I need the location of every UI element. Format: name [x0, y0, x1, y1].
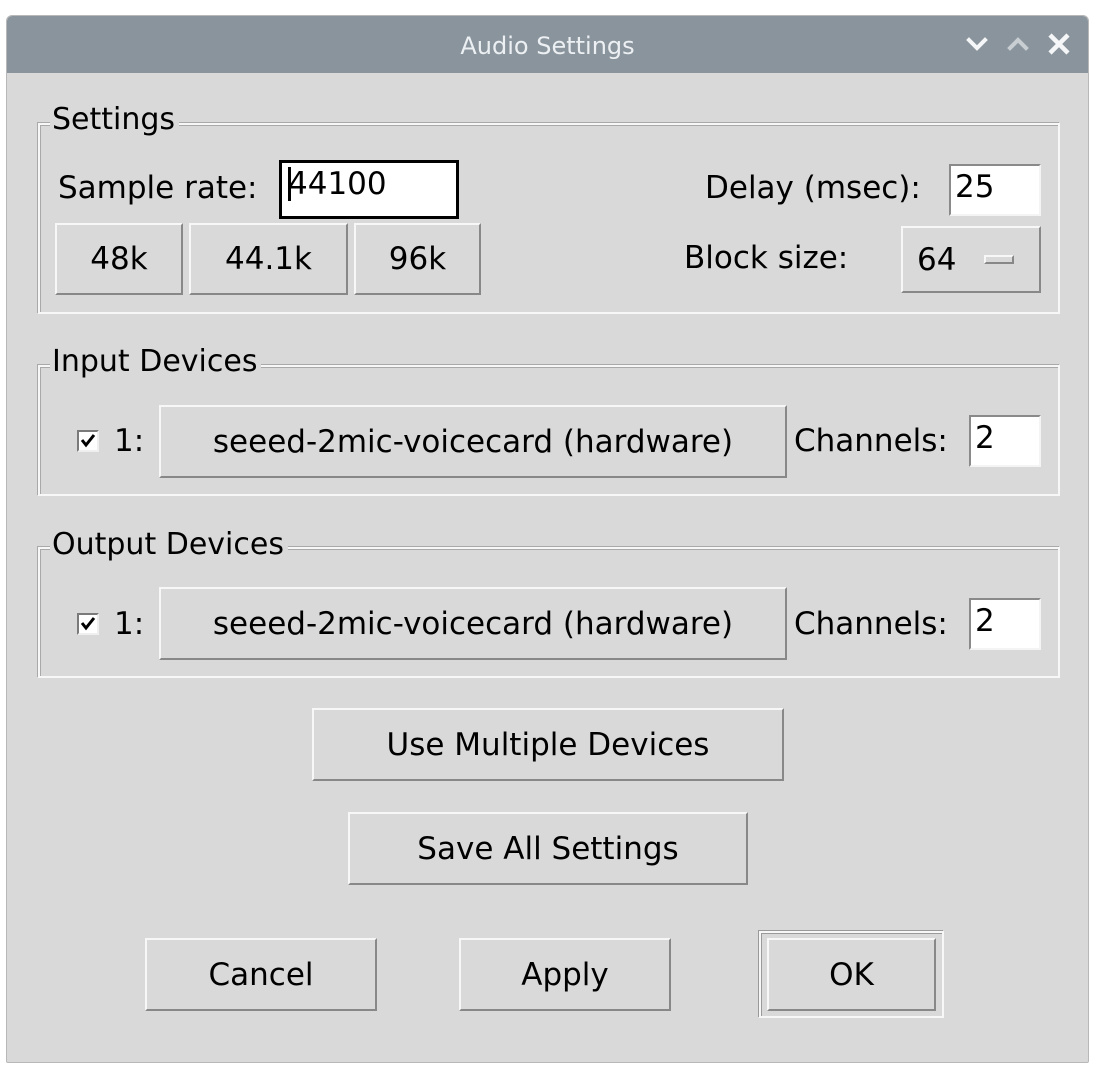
output-device-index: 1: [114, 606, 145, 642]
chevron-down-icon [966, 37, 988, 51]
title-bar[interactable]: Audio Settings [7, 16, 1088, 73]
output-device-checkbox[interactable] [77, 613, 99, 635]
input-channels-input[interactable]: 2 [969, 415, 1041, 467]
maximize-button[interactable] [1005, 31, 1031, 57]
sample-rate-value: 44100 [288, 166, 387, 202]
block-size-label: Block size: [684, 240, 849, 276]
delay-input[interactable]: 25 [949, 164, 1041, 216]
sample-rate-input[interactable]: 44100 [279, 160, 459, 219]
settings-legend: Settings [50, 102, 180, 138]
close-button[interactable] [1046, 31, 1072, 57]
save-all-settings-button[interactable]: Save All Settings [348, 812, 748, 885]
window-title: Audio Settings [460, 32, 635, 60]
input-device-button[interactable]: seeed-2mic-voicecard (hardware) [159, 405, 787, 478]
minimize-button[interactable] [964, 31, 990, 57]
cancel-button[interactable]: Cancel [145, 938, 377, 1011]
chevron-up-icon [1007, 37, 1029, 51]
input-device-checkbox[interactable] [77, 430, 99, 452]
input-device-index: 1: [114, 423, 145, 459]
output-device-button[interactable]: seeed-2mic-voicecard (hardware) [159, 587, 787, 660]
use-multiple-devices-button[interactable]: Use Multiple Devices [312, 708, 784, 781]
apply-button[interactable]: Apply [459, 938, 671, 1011]
rate-96k-button[interactable]: 96k [354, 223, 481, 295]
checkmark-icon [80, 617, 96, 631]
checkmark-icon [80, 434, 96, 448]
close-icon [1048, 33, 1070, 55]
delay-label: Delay (msec): [705, 170, 921, 206]
block-size-menu[interactable]: 64 [901, 226, 1041, 293]
rate-44-1k-button[interactable]: 44.1k [189, 223, 348, 295]
output-channels-input[interactable]: 2 [969, 598, 1041, 650]
rate-48k-button[interactable]: 48k [55, 223, 183, 295]
option-menu-indicator-icon [984, 255, 1015, 264]
input-channels-label: Channels: [794, 423, 948, 459]
audio-settings-window: Audio Settings Settings Sample rate: 441… [6, 15, 1089, 1063]
output-channels-label: Channels: [794, 606, 948, 642]
text-cursor [288, 166, 291, 201]
input-devices-legend: Input Devices [50, 344, 262, 380]
sample-rate-label: Sample rate: [58, 170, 258, 206]
block-size-value: 64 [917, 241, 957, 278]
output-devices-legend: Output Devices [50, 527, 288, 563]
ok-button[interactable]: OK [767, 938, 936, 1011]
